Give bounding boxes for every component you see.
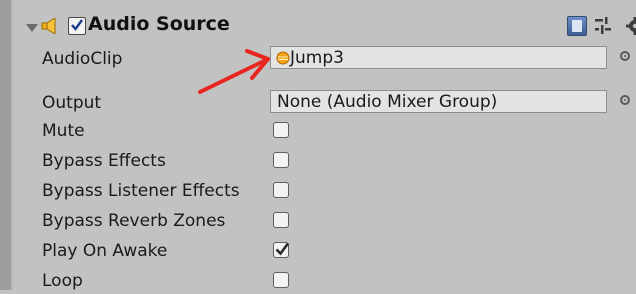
object-picker-icon[interactable] [620, 51, 630, 61]
output-label: Output [42, 93, 101, 113]
bypass-reverb-zones-checkbox[interactable] [273, 212, 289, 228]
gear-icon[interactable] [619, 16, 636, 36]
output-row: Output None (Audio Mixer Group) [0, 90, 636, 116]
toggle-row: Bypass Reverb Zones [0, 208, 636, 234]
bypass-effects-label: Bypass Effects [42, 151, 166, 171]
bypass-effects-checkbox[interactable] [273, 152, 289, 168]
mute-checkbox[interactable] [273, 122, 289, 138]
checkmark-icon [70, 18, 84, 32]
bypass-listener-effects-checkbox[interactable] [273, 182, 289, 198]
audio-clip-row: AudioClip Jump3 [0, 46, 636, 72]
toggle-row: Bypass Effects [0, 148, 636, 174]
preset-settings-icon[interactable] [593, 16, 613, 36]
audio-clip-value: Jump3 [290, 48, 344, 68]
foldout-triangle-icon[interactable] [26, 24, 38, 32]
loop-label: Loop [42, 271, 83, 291]
toggle-row: Bypass Listener Effects [0, 178, 636, 204]
help-book-icon[interactable] [567, 16, 587, 36]
component-title: Audio Source [88, 13, 230, 35]
audio-clip-field[interactable]: Jump3 [270, 46, 607, 69]
checkmark-icon [274, 241, 290, 257]
toggle-row: Play On Awake [0, 238, 636, 264]
bypass-reverb-zones-label: Bypass Reverb Zones [42, 211, 225, 231]
loop-checkbox[interactable] [273, 272, 289, 288]
output-field[interactable]: None (Audio Mixer Group) [270, 90, 607, 113]
play-on-awake-checkbox[interactable] [273, 242, 289, 258]
play-on-awake-label: Play On Awake [42, 241, 167, 261]
mute-label: Mute [42, 121, 85, 141]
bypass-listener-effects-label: Bypass Listener Effects [42, 181, 240, 201]
toggle-row: Loop [0, 268, 636, 294]
component-enabled-checkbox[interactable] [68, 17, 86, 35]
component-header: Audio Source [13, 10, 636, 50]
toggle-row: Mute [0, 118, 636, 144]
audio-clip-label: AudioClip [42, 49, 122, 69]
output-value: None (Audio Mixer Group) [277, 92, 497, 112]
speaker-icon [41, 18, 63, 34]
audio-clip-icon [276, 51, 290, 65]
object-picker-icon[interactable] [620, 95, 630, 105]
